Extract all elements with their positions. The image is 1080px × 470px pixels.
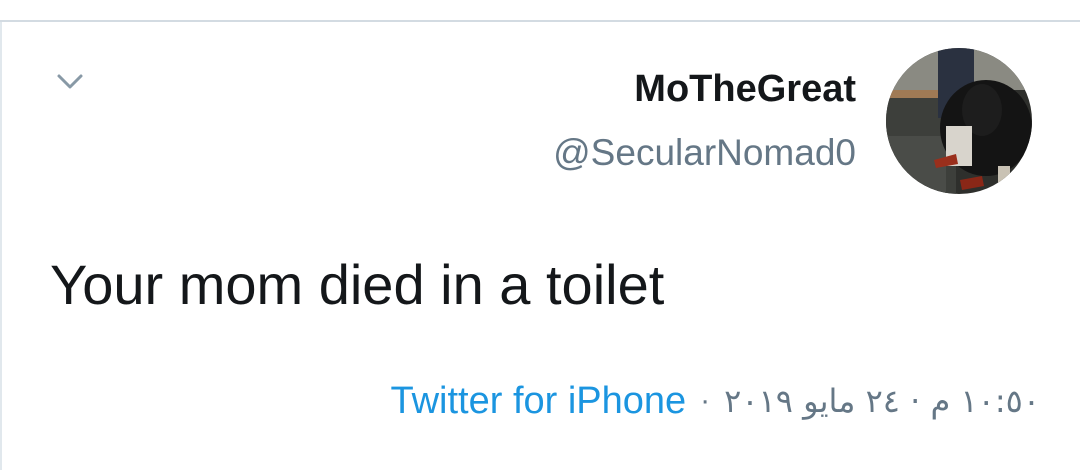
left-divider (0, 22, 2, 470)
meta-separator: · (700, 384, 711, 417)
tweet-text: Your mom died in a toilet (50, 253, 665, 316)
author-handle[interactable]: @SecularNomad0 (553, 130, 856, 176)
timestamp[interactable]: ١٠:٥٠ م · ٢٤ مايو ٢٠١٩ (724, 378, 1040, 424)
tweet-menu-button[interactable] (50, 62, 90, 102)
tweet-meta: Twitter for iPhone · ١٠:٥٠ م · ٢٤ مايو ٢… (390, 378, 1040, 424)
author-display-name[interactable]: MoTheGreat (634, 66, 856, 112)
avatar[interactable] (886, 48, 1032, 194)
top-divider (0, 20, 1080, 22)
chevron-down-icon (57, 74, 83, 89)
tweet-header: MoTheGreat @SecularNomad0 (553, 48, 1032, 194)
avatar-image (886, 48, 1032, 194)
author-names: MoTheGreat @SecularNomad0 (553, 66, 856, 176)
source-link[interactable]: Twitter for iPhone (390, 378, 686, 424)
